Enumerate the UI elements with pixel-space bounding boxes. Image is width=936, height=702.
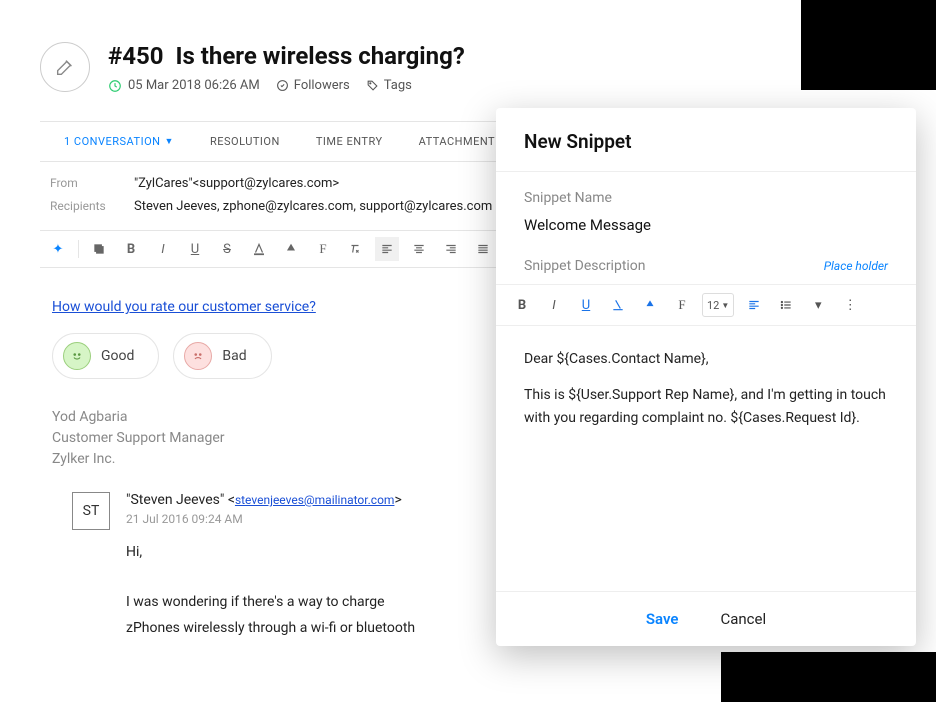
snippet-panel-title: New Snippet (496, 108, 916, 172)
timestamp-text: 05 Mar 2018 06:26 AM (128, 78, 260, 93)
tab-time-entry[interactable]: TIME ENTRY (298, 122, 401, 161)
ticket-meta: 05 Mar 2018 06:26 AM Followers Tags (108, 78, 465, 93)
reply-sender: "Steven Jeeves" <stevenjeeves@mailinator… (126, 492, 415, 508)
font-size-value: 12 (707, 299, 719, 312)
copy-icon[interactable] (87, 237, 111, 261)
tags-label: Tags (384, 78, 412, 93)
italic-button[interactable]: I (151, 237, 175, 261)
ticket-title: #450 Is there wireless charging? (108, 42, 465, 70)
ticket-header: #450 Is there wireless charging? 05 Mar … (40, 42, 800, 93)
decorative-block (801, 0, 936, 90)
from-label: From (50, 176, 120, 191)
align-justify-button[interactable] (471, 237, 495, 261)
underline-button[interactable]: U (183, 237, 207, 261)
more-button[interactable]: ⋮ (838, 293, 862, 317)
italic-button[interactable]: I (542, 293, 566, 317)
chevron-down-icon: ▼ (165, 136, 174, 147)
rating-bad[interactable]: Bad (173, 333, 271, 379)
rating-good-label: Good (101, 348, 134, 364)
from-value: "ZylCares"<support@zylcares.com> (134, 176, 339, 191)
align-left-button[interactable] (375, 237, 399, 261)
highlight-button[interactable] (638, 293, 662, 317)
clock-icon (108, 79, 122, 93)
rating-good[interactable]: Good (52, 333, 159, 379)
snippet-footer: Save Cancel (496, 591, 916, 646)
font-button[interactable]: F (311, 237, 335, 261)
save-button[interactable]: Save (646, 610, 679, 628)
reply-body: Hi, I was wondering if there's a way to … (126, 540, 415, 641)
dropdown-button[interactable]: ▾ (806, 293, 830, 317)
tab-resolution[interactable]: RESOLUTION (192, 122, 298, 161)
highlight-button[interactable] (279, 237, 303, 261)
align-center-button[interactable] (407, 237, 431, 261)
snippet-body-line: Dear ${Cases.Contact Name}, (524, 348, 888, 370)
underline-button[interactable]: U (574, 293, 598, 317)
followers-label: Followers (294, 78, 350, 93)
text-color-button[interactable] (606, 293, 630, 317)
frown-icon (184, 342, 212, 370)
snippet-name-label: Snippet Name (524, 190, 888, 206)
snippet-toolbar: B I U F 12▼ ▾ ⋮ (496, 284, 916, 326)
reply-time: 21 Jul 2016 09:24 AM (126, 512, 415, 526)
rating-bad-label: Bad (222, 348, 246, 364)
recipients-label: Recipients (50, 199, 120, 214)
edit-icon (40, 42, 90, 92)
smile-icon (63, 342, 91, 370)
avatar: ST (72, 492, 110, 530)
snippet-desc-label: Snippet Description (524, 258, 646, 274)
snippet-name-input[interactable]: Welcome Message (524, 216, 888, 234)
bold-button[interactable]: B (119, 237, 143, 261)
snippet-body-line: This is ${User.Support Rep Name}, and I'… (524, 384, 888, 429)
survey-link[interactable]: How would you rate our customer service? (52, 299, 316, 315)
ticket-subject: Is there wireless charging? (175, 42, 464, 70)
tab-conversation-label: 1 CONVERSATION (64, 135, 161, 148)
list-button[interactable] (774, 293, 798, 317)
reply-sender-name: "Steven Jeeves" (126, 492, 224, 508)
align-right-button[interactable] (439, 237, 463, 261)
decorative-block (721, 652, 936, 702)
text-color-button[interactable] (247, 237, 271, 261)
reply-sender-email[interactable]: stevenjeeves@mailinator.com (235, 493, 395, 507)
font-size-select[interactable]: 12▼ (702, 293, 734, 317)
separator (78, 240, 79, 258)
recipients-value: Steven Jeeves, zphone@zylcares.com, supp… (134, 199, 492, 214)
strikethrough-button[interactable]: S (215, 237, 239, 261)
ticket-id: #450 (108, 42, 164, 70)
ticket-timestamp: 05 Mar 2018 06:26 AM (108, 78, 260, 93)
reply-line: I was wondering if there's a way to char… (126, 590, 415, 615)
reply-meta: "Steven Jeeves" <stevenjeeves@mailinator… (126, 492, 415, 526)
placeholder-link[interactable]: Place holder (824, 259, 888, 273)
clear-format-button[interactable] (343, 237, 367, 261)
followers-link[interactable]: Followers (276, 78, 350, 93)
cancel-button[interactable]: Cancel (720, 610, 766, 628)
bold-button[interactable]: B (510, 293, 534, 317)
reply-line: zPhones wirelessly through a wi-fi or bl… (126, 616, 415, 641)
ai-assist-icon[interactable]: ✦ (46, 237, 70, 261)
tags-link[interactable]: Tags (366, 78, 412, 93)
snippet-panel: New Snippet Snippet Name Welcome Message… (496, 108, 916, 646)
tab-conversation[interactable]: 1 CONVERSATION ▼ (46, 122, 192, 161)
font-button[interactable]: F (670, 293, 694, 317)
align-button[interactable] (742, 293, 766, 317)
reply-line: Hi, (126, 540, 415, 565)
snippet-body-editor[interactable]: Dear ${Cases.Contact Name}, This is ${Us… (496, 326, 916, 591)
